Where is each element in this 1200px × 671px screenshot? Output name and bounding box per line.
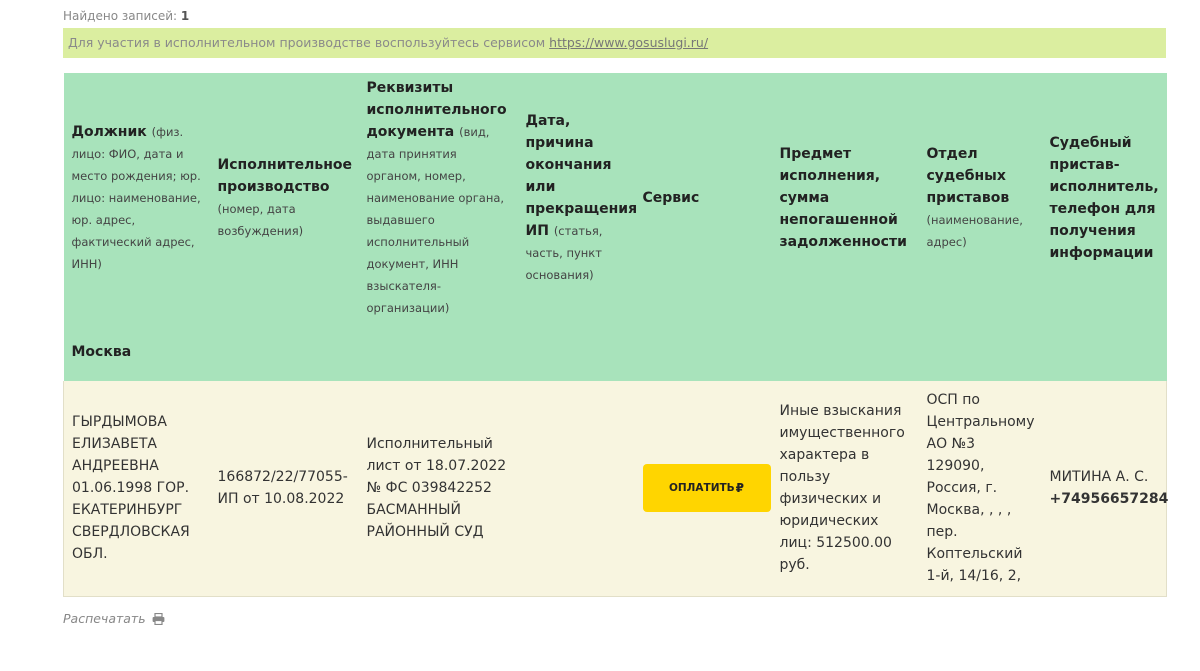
bailiff-phone: +74956657284 — [1049, 491, 1169, 508]
header-department: Отдел судебных приставов (наименование, а… — [918, 73, 1042, 323]
cell-bailiff: МИТИНА А. С. +74956657284 — [1041, 381, 1169, 597]
results-table: Должник (физ. лицо: ФИО, дата и место ро… — [63, 73, 1169, 597]
table-header-row: Должник (физ. лицо: ФИО, дата и место ро… — [63, 73, 1167, 323]
header-subject: Предмет исполнения, сумма непогашенной з… — [771, 73, 919, 323]
gosuslugi-notice: Для участия в исполнительном производств… — [63, 28, 1166, 58]
pay-button-label: ОПЛАТИТЬ — [668, 482, 735, 495]
print-label: Распечатать — [63, 611, 146, 626]
header-end: Дата, причина окончания или прекращения … — [517, 73, 637, 323]
records-found: Найдено записей: 1 — [63, 9, 189, 23]
printer-icon — [152, 612, 164, 625]
header-proceeding: Исполнительное производство (номер, дата … — [209, 73, 359, 323]
cell-service: ОПЛАТИТЬ ₽ — [634, 381, 772, 597]
header-debtor: Должник (физ. лицо: ФИО, дата и место ро… — [63, 73, 210, 323]
cell-document: Исполнительный лист от 18.07.2022 № ФС 0… — [358, 381, 518, 597]
notice-text: Для участия в исполнительном производств… — [68, 35, 546, 50]
header-service: Сервис — [634, 73, 772, 323]
records-found-count: 1 — [180, 9, 190, 23]
region-row: Москва — [63, 323, 1167, 381]
cell-proceeding: 166872/22/77055-ИП от 10.08.2022 — [209, 381, 359, 597]
records-found-label: Найдено записей: — [63, 9, 178, 23]
table-row: ГЫРДЫМОВА ЕЛИЗАВЕТА АНДРЕЕВНА 01.06.1998… — [63, 381, 1169, 597]
header-document: Реквизиты исполнительного документа (вид… — [358, 73, 518, 323]
cell-end — [517, 381, 635, 597]
header-bailiff: Судебный пристав-исполнитель, телефон дл… — [1041, 73, 1167, 323]
gosuslugi-link[interactable]: https://www.gosuslugi.ru/ — [549, 35, 708, 50]
cell-department: ОСП по Центральному АО №3 129090, Россия… — [918, 381, 1042, 597]
cell-subject: Иные взыскания имущественного характера … — [771, 381, 919, 597]
print-link[interactable]: Распечатать — [63, 611, 165, 626]
region-label: Москва — [63, 323, 1167, 381]
ruble-sign: ₽ — [735, 481, 745, 496]
pay-button[interactable]: ОПЛАТИТЬ ₽ — [642, 464, 771, 513]
cell-debtor: ГЫРДЫМОВА ЕЛИЗАВЕТА АНДРЕЕВНА 01.06.1998… — [63, 381, 210, 597]
bailiff-name: МИТИНА А. С. — [1049, 469, 1149, 486]
